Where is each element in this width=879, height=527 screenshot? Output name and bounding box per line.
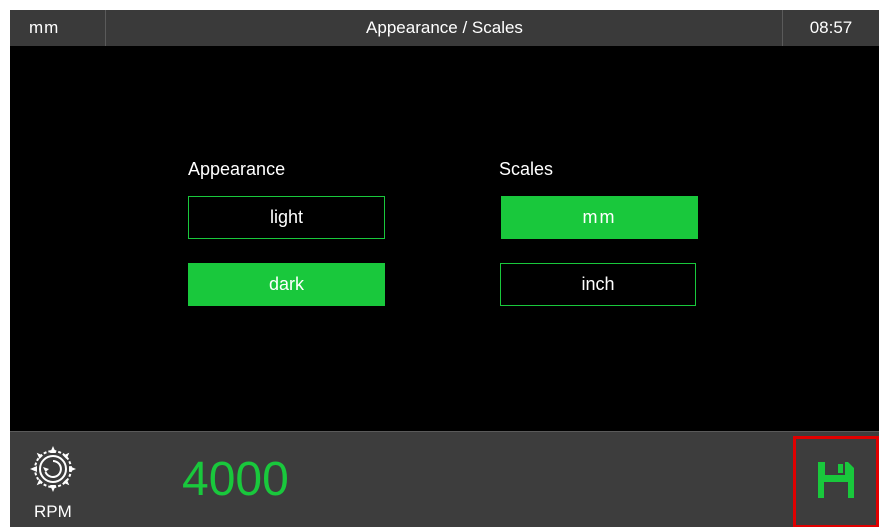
appearance-light-button[interactable]: light xyxy=(188,196,385,239)
appearance-dark-button[interactable]: dark xyxy=(188,263,385,306)
scales-label: Scales xyxy=(499,159,554,179)
screen: mm Appearance / Scales 08:57 Appearance … xyxy=(10,10,879,527)
saw-blade-icon xyxy=(28,444,78,494)
rpm-label: RPM xyxy=(34,502,72,521)
page-title: Appearance / Scales xyxy=(366,18,523,37)
bottom-bar: RPM 4000 xyxy=(10,431,879,527)
scales-inch-button[interactable]: inch xyxy=(500,263,696,306)
scales-mm-button[interactable]: mm xyxy=(501,196,698,239)
save-button[interactable] xyxy=(793,436,879,527)
rpm-value: 4000 xyxy=(182,453,289,506)
appearance-label: Appearance xyxy=(188,159,286,179)
clock: 08:57 xyxy=(782,10,879,46)
top-bar: mm Appearance / Scales 08:57 xyxy=(10,10,879,46)
floppy-disk-icon xyxy=(816,460,856,505)
unit-indicator[interactable]: mm xyxy=(10,10,106,46)
